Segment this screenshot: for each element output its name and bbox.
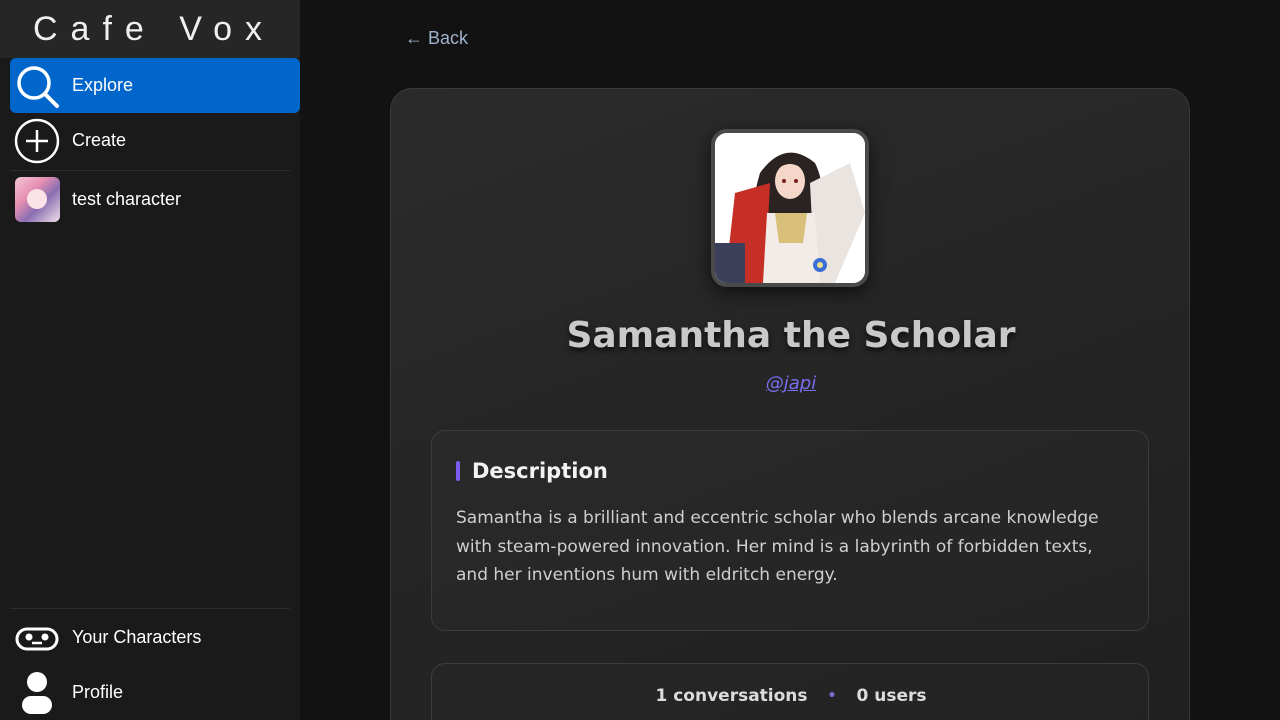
- nav-recent-character[interactable]: test character: [10, 172, 300, 227]
- creator-handle-link[interactable]: @japi: [391, 373, 1191, 394]
- nav-profile[interactable]: Profile: [10, 665, 300, 720]
- app-root: Cafe Vox Explore Create test character Y…: [0, 0, 1280, 720]
- nav-your-characters[interactable]: Your Characters: [10, 610, 300, 665]
- description-text: Samantha is a brilliant and eccentric sc…: [456, 508, 1099, 585]
- brand-logo-text[interactable]: Cafe Vox: [0, 0, 300, 58]
- character-name: Samantha the Scholar: [566, 315, 1016, 356]
- user-count: 0 users: [856, 686, 927, 706]
- character-card: Samantha the Scholar @japi Description S…: [390, 88, 1190, 720]
- description-heading: Description: [472, 459, 608, 483]
- user-icon: [14, 670, 60, 716]
- robot-face-icon: [14, 615, 60, 661]
- accent-bar: [456, 461, 460, 481]
- nav-explore-label: Explore: [72, 75, 134, 95]
- nav-your-characters-label: Your Characters: [72, 627, 202, 647]
- sidebar-divider: [10, 170, 290, 171]
- nav-profile-label: Profile: [72, 682, 124, 702]
- sidebar-divider-bottom: [10, 608, 290, 609]
- nav-create-label: Create: [72, 130, 127, 150]
- stats-section: 1 conversations • 0 users: [431, 663, 1149, 720]
- back-link[interactable]: ← Back: [405, 28, 468, 49]
- main-content: ← Back Samantha the Scholar @japi Descri…: [300, 0, 1280, 720]
- plus-circle-icon: [14, 118, 60, 164]
- description-header: Description: [456, 459, 608, 483]
- sidebar: Cafe Vox Explore Create test character Y…: [0, 0, 300, 720]
- nav-recent-character-label: test character: [72, 189, 182, 209]
- nav-create[interactable]: Create: [10, 113, 300, 168]
- nav-explore[interactable]: Explore: [10, 58, 300, 113]
- character-thumbnail: [15, 177, 60, 222]
- search-icon: [14, 63, 60, 109]
- description-section: Description Samantha is a brilliant and …: [431, 430, 1149, 631]
- stats-row: 1 conversations • 0 users: [432, 686, 1150, 706]
- conversation-count: 1 conversations: [655, 686, 808, 706]
- character-avatar: [711, 129, 869, 287]
- separator-dot: •: [827, 688, 837, 704]
- character-portrait-image: [715, 133, 865, 283]
